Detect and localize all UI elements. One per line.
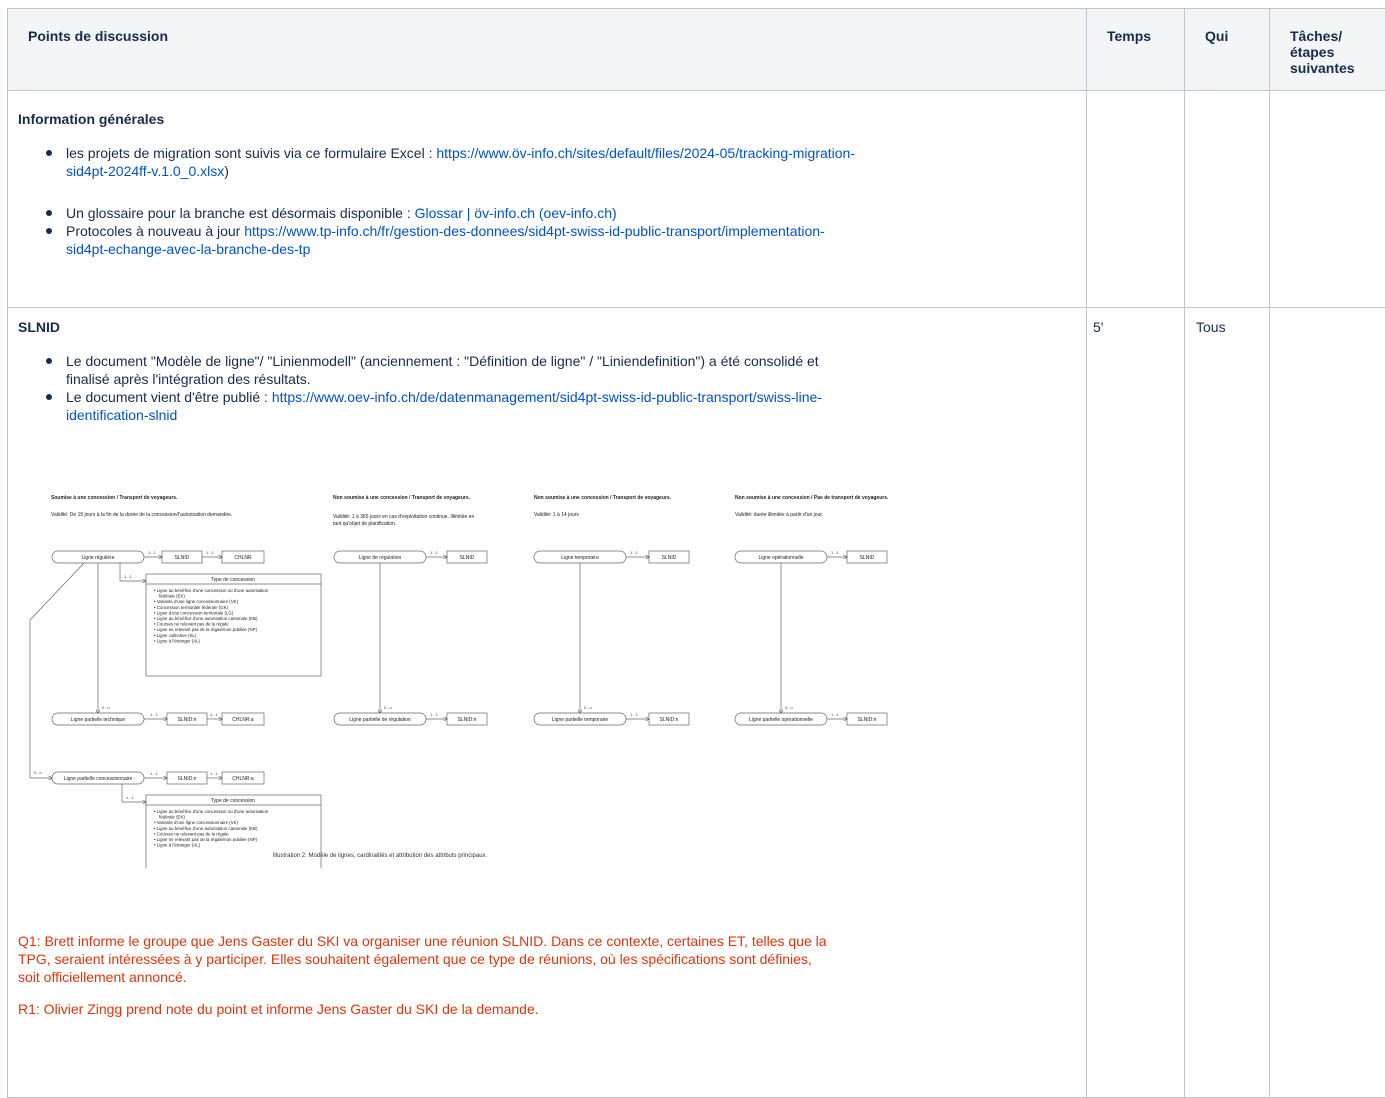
concession-type-item: • Ligne au bénéfice d'une concession ou … bbox=[154, 588, 269, 593]
glossar-link[interactable]: Glossar | öv-info.ch (oev-info.ch) bbox=[415, 205, 617, 221]
section-title-slnid: SLNID bbox=[18, 319, 1076, 335]
concession-type-item: fédérale (EK) bbox=[159, 815, 185, 820]
col2-title: Non soumise à une concession / Transport… bbox=[333, 495, 471, 501]
concession-type-item: • Courses ne relevant pas de la régale bbox=[154, 831, 229, 836]
temps-value: 5' bbox=[1087, 308, 1184, 335]
node-slnid-n: SLNID:n bbox=[858, 717, 877, 723]
cardinality: 0...n bbox=[584, 705, 592, 710]
concession-type-item: • Ligne collective (SL) bbox=[154, 633, 197, 638]
cardinality: 1...1 bbox=[206, 550, 215, 555]
cardinality: 1...1 bbox=[148, 550, 157, 555]
col4-valid: Validité: durée illimitée à partir d'un … bbox=[735, 512, 823, 518]
list-item: Le document "Modèle de ligne"/ "Linienmo… bbox=[66, 352, 1076, 388]
cardinality: 1...1 bbox=[430, 712, 439, 717]
qui-value: Tous bbox=[1185, 308, 1269, 335]
question-q1: Q1: Brett informe le groupe que Jens Gas… bbox=[18, 932, 1076, 986]
slnid-doc-link[interactable]: https://www.oev-info.ch/de/datenmanageme… bbox=[272, 389, 822, 405]
slnid-doc-link-cont[interactable]: identification-slnid bbox=[66, 407, 177, 423]
protocols-link[interactable]: https://www.tp-info.ch/fr/gestion-des-do… bbox=[244, 223, 824, 239]
cardinality: 0...n bbox=[384, 705, 392, 710]
node-chlnr: CHLNR bbox=[234, 555, 252, 561]
node-slnid-n: SLNID:n bbox=[458, 717, 477, 723]
cardinality: 1...1 bbox=[831, 550, 840, 555]
node-ligne-reguliere: Ligne régulière bbox=[81, 555, 114, 561]
cardinality: 1...1 bbox=[210, 712, 219, 717]
meeting-table: Points de discussion Temps Qui Tâches/ é… bbox=[7, 8, 1385, 1098]
concession-type-item: • Variante d'une ligne concessionnaire (… bbox=[154, 599, 239, 604]
header-temps: Temps bbox=[1087, 9, 1185, 91]
cardinality: 1...1 bbox=[150, 771, 159, 776]
col3-valid: Validité: 1 à 14 jours bbox=[534, 512, 579, 518]
node-slnid-n: SLNID:n bbox=[178, 776, 197, 782]
col2-valid-2: tant qu'objet de planification. bbox=[333, 521, 396, 527]
cardinality: 1...1 bbox=[630, 550, 639, 555]
node-slnid: SLNID bbox=[175, 555, 190, 561]
node-ligne-operationnelle: Ligne opérationnelle bbox=[758, 555, 803, 561]
concession-type-item: • Ligne au bénéfice d'une concession ou … bbox=[154, 809, 269, 814]
concession-type-item: • Concession territoriale fédérale (GK) bbox=[154, 605, 229, 610]
header-points: Points de discussion bbox=[8, 9, 1087, 91]
tracking-migration-link[interactable]: https://www.öv-info.ch/sites/default/fil… bbox=[436, 145, 855, 161]
node-slnid: SLNID bbox=[460, 555, 475, 561]
row-information: Information générales les projets de mig… bbox=[8, 91, 1385, 308]
list-item: les projets de migration sont suivis via… bbox=[66, 144, 1076, 180]
concession-type-item: • Ligne à l'étranger (AL) bbox=[154, 843, 201, 848]
concession-type-item: • Variante d'une ligne concessionnaire (… bbox=[154, 820, 239, 825]
cardinality: 1...1 bbox=[630, 712, 639, 717]
node-chlnr-a: CHLNR:a bbox=[232, 776, 254, 782]
type-concession-title: Type de concession bbox=[211, 798, 255, 804]
col1-title: Soumise à une concession / Transport de … bbox=[51, 495, 178, 501]
response-r1: R1: Olivier Zingg prend note du point et… bbox=[18, 1000, 1076, 1018]
col2-valid-1: Validité: 1 à 365 jours en cas d'exploit… bbox=[333, 514, 474, 520]
cardinality: 1...1 bbox=[831, 712, 840, 717]
cardinality: 0...n bbox=[34, 770, 42, 775]
concession-type-item: • Courses ne relevant pas de la régale bbox=[154, 622, 229, 627]
cardinality: 0...n bbox=[102, 705, 110, 710]
concession-type-item: • Ligne au bénéfice d'une autorisation c… bbox=[154, 826, 258, 831]
node-chlnr-a: CHLNR:a bbox=[232, 717, 254, 723]
section-title-information: Information générales bbox=[18, 111, 1076, 127]
cardinality: 1...1 bbox=[126, 795, 135, 800]
concession-type-item: • Ligne au bénéfice d'une autorisation c… bbox=[154, 616, 258, 621]
node-lp-technique: Ligne partielle technique bbox=[71, 717, 125, 723]
header-taches: Tâches/ étapes suivantes bbox=[1270, 9, 1385, 91]
type-concession-list-1: • Ligne au bénéfice d'une concession ou … bbox=[154, 588, 269, 643]
diagram-caption: Illustration 2: Modèle de lignes, cardin… bbox=[273, 853, 488, 859]
concession-type-item: fédérale (EK) bbox=[159, 594, 185, 599]
concession-type-item: • Ligne d'une concession territoriale (L… bbox=[154, 610, 234, 615]
cardinality: 1...1 bbox=[430, 550, 439, 555]
node-lp-concessionnaire: Ligne partielle concessionnaire bbox=[64, 776, 133, 782]
protocols-link-cont[interactable]: sid4pt-echange-avec-la-branche-des-tp bbox=[66, 241, 310, 257]
list-item: Protocoles à nouveau à jour https://www.… bbox=[66, 222, 1076, 258]
concession-type-item: • Ligne ne relevant pas de la régale/non… bbox=[154, 627, 258, 632]
node-slnid-n: SLNID:n bbox=[178, 717, 197, 723]
list-item: Un glossaire pour la branche est désorma… bbox=[66, 204, 1076, 222]
header-qui: Qui bbox=[1185, 9, 1270, 91]
node-ligne-temporaire: Ligne temporaire bbox=[561, 555, 599, 561]
node-lp-regulation: Ligne partielle de régulation bbox=[349, 717, 411, 723]
node-slnid-n: SLNID:n bbox=[660, 717, 679, 723]
row-slnid: SLNID Le document "Modèle de ligne"/ "Li… bbox=[8, 308, 1385, 1098]
cardinality: 1...1 bbox=[210, 771, 219, 776]
list-item: Le document vient d'être publié : https:… bbox=[66, 388, 1076, 424]
node-ligne-regulation: Ligne de régulation bbox=[359, 555, 402, 561]
concession-type-item: • Ligne ne relevant pas de la régale/non… bbox=[154, 837, 258, 842]
type-concession-list-2: • Ligne au bénéfice d'une concession ou … bbox=[154, 809, 269, 848]
node-lp-operationnelle: Ligne partielle opérationnelle bbox=[749, 717, 813, 723]
node-slnid: SLNID bbox=[860, 555, 875, 561]
type-concession-title: Type de concession bbox=[211, 577, 255, 583]
concession-type-item: • Ligne à l'étranger (AL) bbox=[154, 638, 201, 643]
col3-title: Non soumise à une concession / Transport… bbox=[534, 495, 672, 501]
col4-title: Non soumise à une concession / Pas de tr… bbox=[735, 495, 889, 501]
cardinality: 1...1 bbox=[150, 712, 159, 717]
line-model-diagram: Soumise à une concession / Transport de … bbox=[24, 488, 984, 868]
cardinality: 1...1 bbox=[124, 574, 133, 579]
col1-valid: Validité: De 15 jours à la fin de la dur… bbox=[51, 512, 232, 518]
node-slnid: SLNID bbox=[662, 555, 677, 561]
cardinality: 0...n bbox=[785, 705, 793, 710]
tracking-migration-link-cont[interactable]: sid4pt-2024ff-v.1.0_0.xlsx bbox=[66, 163, 224, 179]
node-lp-temporaire: Ligne partielle temporaire bbox=[552, 717, 609, 723]
